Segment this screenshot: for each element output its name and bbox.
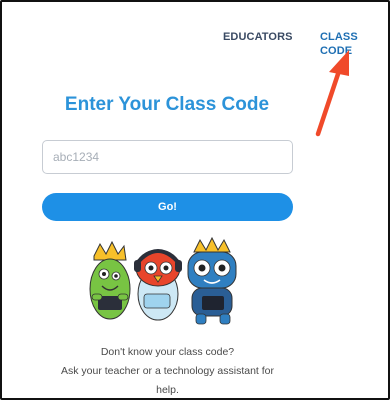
top-navigation: EDUCATORS CLASS CODE [2,30,388,57]
blue-robot-icon [187,236,237,325]
help-text-line-3: help. [156,384,179,396]
help-text-line-2: Ask your teacher or a technology assista… [60,365,275,377]
go-button[interactable]: Go! [42,193,293,221]
orange-bird-icon [134,249,182,321]
class-code-input[interactable] [42,140,293,174]
app-window: EDUCATORS CLASS CODE Enter Your Class Co… [0,0,390,400]
nav-educators-link[interactable]: EDUCATORS [223,30,293,44]
help-text-line-1: Don't know your class code? [100,346,235,358]
green-monster-icon [89,240,131,320]
mascot-characters-illustration [89,236,237,325]
page-title: Enter Your Class Code [64,94,270,115]
